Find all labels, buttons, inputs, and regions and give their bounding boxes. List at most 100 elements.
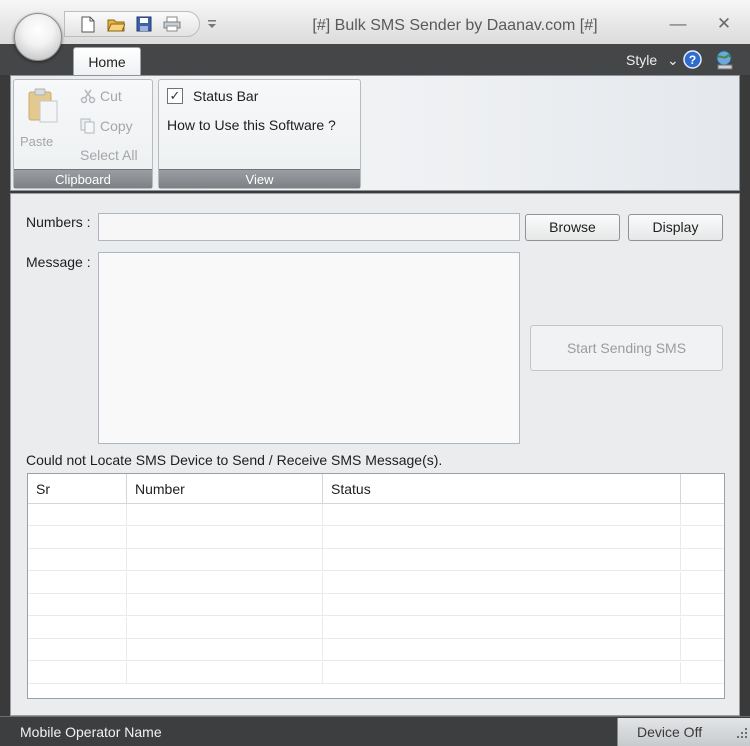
table-row[interactable] <box>28 549 724 571</box>
column-header-filler <box>681 474 724 504</box>
display-button[interactable]: Display <box>628 214 723 241</box>
table-cell[interactable] <box>127 549 323 571</box>
minimize-button[interactable]: — <box>668 14 688 34</box>
table-row[interactable] <box>28 661 724 684</box>
table-cell[interactable] <box>323 526 681 549</box>
table-cell[interactable] <box>127 571 323 594</box>
ribbon-tab-strip: Home Style ⌄ ? <box>0 44 750 76</box>
browse-button[interactable]: Browse <box>525 214 620 241</box>
paste-icon <box>26 88 60 124</box>
checkbox-checked-icon: ✓ <box>167 88 183 104</box>
numbers-label: Numbers : <box>26 214 91 230</box>
grid-header: Sr Number Status <box>28 474 724 504</box>
how-to-use-label: How to Use this Software ? <box>167 117 336 133</box>
status-bar-label: Status Bar <box>193 88 259 104</box>
view-group-label: View <box>159 169 360 188</box>
select-all-label: Select All <box>80 147 138 163</box>
table-cell[interactable] <box>127 526 323 549</box>
table-cell[interactable] <box>323 594 681 616</box>
style-menu[interactable]: Style ⌄ <box>626 52 679 69</box>
table-row[interactable] <box>28 616 724 639</box>
table-cell[interactable] <box>127 661 323 684</box>
customize-dropdown-icon[interactable] <box>205 17 219 31</box>
column-header-status[interactable]: Status <box>323 474 681 504</box>
start-sending-button[interactable]: Start Sending SMS <box>530 325 723 371</box>
device-status-message: Could not Locate SMS Device to Send / Re… <box>26 452 443 468</box>
help-glyph: ? <box>689 53 696 67</box>
sms-results-grid[interactable]: Sr Number Status <box>27 473 725 699</box>
resize-grip-icon[interactable] <box>736 727 748 739</box>
quick-access-toolbar <box>64 11 200 37</box>
copy-icon <box>80 118 96 134</box>
table-cell[interactable] <box>127 504 323 526</box>
style-menu-label: Style <box>626 52 658 68</box>
new-document-icon[interactable] <box>79 15 97 33</box>
table-cell[interactable] <box>323 504 681 526</box>
view-group: ✓ Status Bar How to Use this Software ? … <box>158 79 361 189</box>
table-cell[interactable] <box>681 594 724 616</box>
table-cell[interactable] <box>681 549 724 571</box>
table-row[interactable] <box>28 526 724 549</box>
copy-button[interactable]: Copy <box>80 118 133 134</box>
table-cell[interactable] <box>28 594 127 616</box>
cut-button[interactable]: Cut <box>80 88 122 104</box>
table-row[interactable] <box>28 571 724 594</box>
table-cell[interactable] <box>28 639 127 661</box>
message-label: Message : <box>26 254 91 270</box>
open-folder-icon[interactable] <box>107 15 125 33</box>
numbers-input[interactable] <box>98 213 520 241</box>
tab-home[interactable]: Home <box>73 47 141 76</box>
title-bar: [#] Bulk SMS Sender by Daanav.com [#] — … <box>0 0 750 44</box>
table-row[interactable] <box>28 639 724 661</box>
close-button[interactable]: ✕ <box>714 14 734 34</box>
ribbon-panel: Paste Cut Copy Select All Clipboard ✓ St… <box>10 75 740 191</box>
chevron-down-icon: ⌄ <box>667 52 679 68</box>
table-cell[interactable] <box>681 617 724 639</box>
application-menu-orb[interactable] <box>14 13 62 61</box>
table-cell[interactable] <box>681 504 724 526</box>
table-cell[interactable] <box>28 616 127 639</box>
globe-network-icon[interactable] <box>714 49 736 71</box>
window-title: [#] Bulk SMS Sender by Daanav.com [#] <box>312 17 598 34</box>
help-icon[interactable]: ? <box>683 50 702 69</box>
cut-label: Cut <box>100 88 122 104</box>
table-cell[interactable] <box>681 639 724 661</box>
table-cell[interactable] <box>28 549 127 571</box>
device-status-text: Device Off <box>637 724 703 740</box>
table-cell[interactable] <box>681 662 724 684</box>
table-cell[interactable] <box>28 526 127 549</box>
table-cell[interactable] <box>28 504 127 526</box>
table-cell[interactable] <box>127 594 323 616</box>
table-cell[interactable] <box>323 616 681 639</box>
table-row[interactable] <box>28 594 724 616</box>
table-row[interactable] <box>28 504 724 526</box>
table-cell[interactable] <box>323 639 681 661</box>
table-cell[interactable] <box>323 549 681 571</box>
copy-label: Copy <box>100 118 133 134</box>
paste-button[interactable]: Paste <box>20 134 53 149</box>
how-to-use-button[interactable]: How to Use this Software ? <box>167 117 336 133</box>
table-cell[interactable] <box>28 661 127 684</box>
table-cell[interactable] <box>681 527 724 549</box>
table-cell[interactable] <box>127 616 323 639</box>
status-bar-checkbox[interactable]: ✓ Status Bar <box>167 88 258 104</box>
clipboard-group-label: Clipboard <box>14 169 152 188</box>
check-mark: ✓ <box>169 88 181 103</box>
clipboard-group: Paste Cut Copy Select All Clipboard <box>13 79 153 189</box>
column-header-number[interactable]: Number <box>127 474 323 504</box>
main-panel: Numbers : Browse Display Message : Start… <box>10 193 740 716</box>
table-cell[interactable] <box>127 639 323 661</box>
scissors-icon <box>80 88 96 104</box>
table-cell[interactable] <box>681 572 724 594</box>
column-header-sr[interactable]: Sr <box>28 474 127 504</box>
device-status-panel: Device Off <box>617 718 750 746</box>
mobile-operator-name: Mobile Operator Name <box>20 724 162 740</box>
status-bar: Mobile Operator Name Device Off <box>0 716 750 746</box>
table-cell[interactable] <box>323 661 681 684</box>
select-all-button[interactable]: Select All <box>80 147 138 163</box>
table-cell[interactable] <box>323 571 681 594</box>
save-icon[interactable] <box>135 15 153 33</box>
table-cell[interactable] <box>28 571 127 594</box>
print-icon[interactable] <box>163 15 181 33</box>
message-textarea[interactable] <box>98 252 520 444</box>
